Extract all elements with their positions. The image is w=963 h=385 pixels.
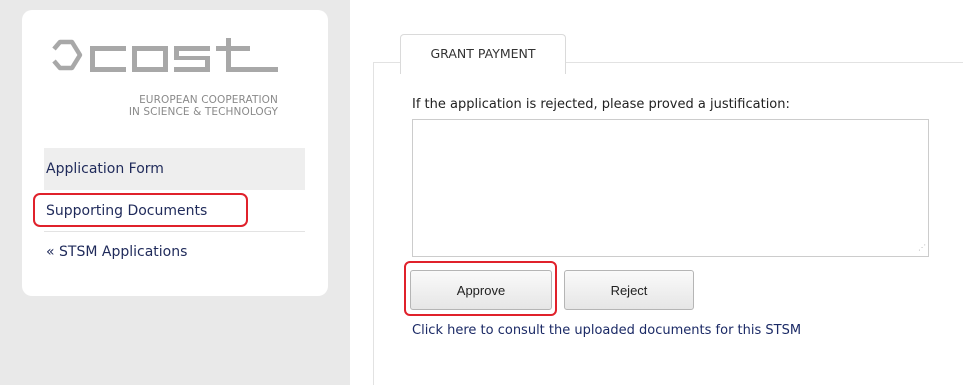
reject-button[interactable]: Reject <box>564 270 694 310</box>
content-left-border <box>373 62 374 385</box>
logo-tagline-line1: EUROPEAN COOPERATION <box>139 94 278 106</box>
highlight-box-approve <box>404 261 557 316</box>
logo-tagline-line2: IN SCIENCE & TECHNOLOGY <box>128 106 278 118</box>
hexagon-icon <box>52 39 83 71</box>
page: EUROPEAN COOPERATION IN SCIENCE & TECHNO… <box>0 0 963 385</box>
justification-label: If the application is rejected, please p… <box>412 97 790 112</box>
logo-wordmark <box>90 38 278 72</box>
logo-tagline: EUROPEAN COOPERATION IN SCIENCE & TECHNO… <box>44 94 278 118</box>
consult-documents-link[interactable]: Click here to consult the uploaded docum… <box>412 323 801 338</box>
sidebar-item-application-form[interactable]: Application Form <box>44 148 305 190</box>
sidebar-item-stsm-applications[interactable]: « STSM Applications <box>44 232 305 272</box>
justification-textarea[interactable] <box>412 119 929 257</box>
highlight-box-supporting-documents <box>33 193 248 227</box>
tab-grant-payment[interactable]: GRANT PAYMENT <box>400 34 566 74</box>
